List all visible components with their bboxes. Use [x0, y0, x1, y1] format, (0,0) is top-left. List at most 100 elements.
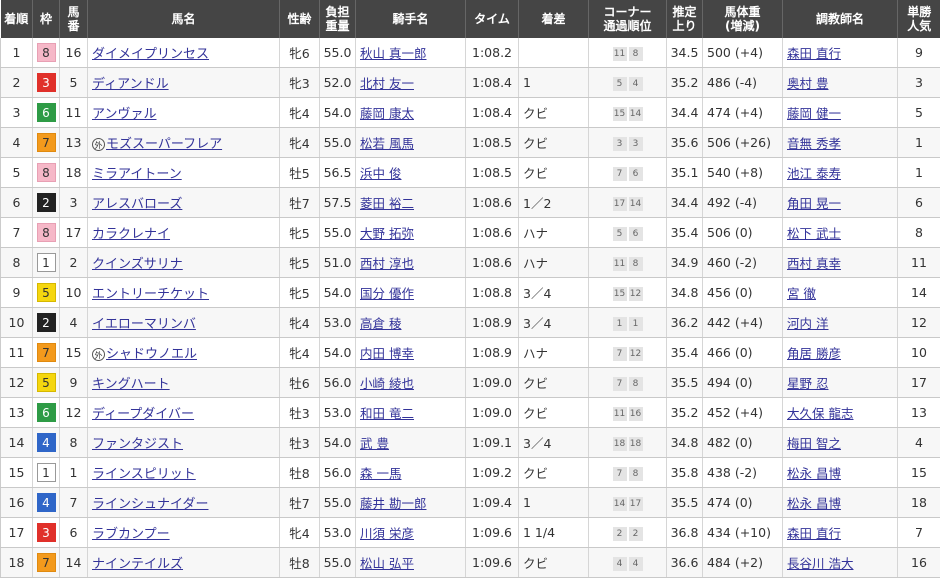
result-row: 10 2 4 イエローマリンバ 牝4 53.0 高倉 稜 1:08.9 3／4 … — [0, 307, 940, 338]
waku-badge: 1 — [36, 253, 56, 272]
trainer-link[interactable]: 河内 洋 — [787, 316, 828, 331]
corner-cell: 18 18 — [588, 427, 667, 458]
last3f-cell: 35.4 — [666, 337, 703, 368]
trainer-link[interactable]: 大久保 龍志 — [787, 406, 853, 421]
bodyweight-cell: 438 (-2) — [702, 457, 783, 488]
result-row: 15 1 1 ラインスピリット 牡8 56.0 森 一馬 1:09.2 クビ 7… — [0, 457, 940, 488]
jockey-link[interactable]: 和田 竜二 — [360, 406, 414, 421]
jockey-link[interactable]: 森 一馬 — [360, 466, 401, 481]
jockey-link[interactable]: 高倉 稜 — [360, 316, 401, 331]
popularity-cell: 16 — [897, 547, 940, 578]
jockey-link[interactable]: 川須 栄彦 — [360, 526, 414, 541]
horse-cell: アンヴァル — [87, 97, 280, 128]
popularity-cell: 3 — [897, 67, 940, 98]
jockey-link[interactable]: 西村 淳也 — [360, 256, 414, 271]
time-cell: 1:09.0 — [465, 397, 519, 428]
horse-link[interactable]: ラブカンプー — [92, 527, 170, 542]
jockey-link[interactable]: 菱田 裕二 — [360, 196, 414, 211]
waku-badge: 7 — [36, 553, 56, 572]
weight-cell: 51.0 — [319, 247, 356, 278]
trainer-link[interactable]: 奥村 豊 — [787, 76, 828, 91]
jockey-link[interactable]: 松若 風馬 — [360, 136, 414, 151]
sexage-cell: 牝4 — [279, 97, 320, 128]
trainer-link[interactable]: 池江 泰寿 — [787, 166, 841, 181]
weight-cell: 55.0 — [319, 547, 356, 578]
jockey-cell: 小崎 綾也 — [355, 367, 466, 398]
jockey-link[interactable]: 藤岡 康太 — [360, 106, 414, 121]
result-row: 2 3 5 ディアンドル 牝3 52.0 北村 友一 1:08.4 1 54 3… — [0, 67, 940, 98]
jockey-link[interactable]: 大野 拓弥 — [360, 226, 414, 241]
bodyweight-cell: 484 (+2) — [702, 547, 783, 578]
horse-link[interactable]: キングハート — [92, 377, 170, 392]
sexage-cell: 牝5 — [279, 217, 320, 248]
trainer-link[interactable]: 宮 徹 — [787, 286, 816, 301]
horse-link[interactable]: エントリーチケット — [92, 287, 209, 302]
umaban-cell: 17 — [59, 217, 88, 248]
trainer-link[interactable]: 森田 直行 — [787, 46, 841, 61]
weight-cell: 52.0 — [319, 67, 356, 98]
sexage-cell: 牡8 — [279, 547, 320, 578]
horse-link[interactable]: カラクレナイ — [92, 227, 170, 242]
trainer-cell: 西村 真幸 — [782, 247, 898, 278]
trainer-link[interactable]: 松下 武士 — [787, 226, 841, 241]
horse-cell: クインズサリナ — [87, 247, 280, 278]
trainer-link[interactable]: 西村 真幸 — [787, 256, 841, 271]
rank-cell: 2 — [0, 67, 33, 98]
jockey-link[interactable]: 藤井 勘一郎 — [360, 496, 426, 511]
rank-cell: 9 — [0, 277, 33, 308]
sexage-cell: 牝4 — [279, 127, 320, 158]
horse-cell: 外モズスーパーフレア — [87, 127, 280, 158]
trainer-link[interactable]: 森田 直行 — [787, 526, 841, 541]
horse-link[interactable]: ラインシュナイダー — [92, 497, 208, 512]
jockey-link[interactable]: 松山 弘平 — [360, 556, 414, 571]
horse-link[interactable]: クインズサリナ — [92, 257, 183, 272]
trainer-link[interactable]: 松永 昌博 — [787, 496, 841, 511]
horse-link[interactable]: ダイメイプリンセス — [92, 47, 209, 62]
corner-cell: 15 14 — [588, 97, 667, 128]
horse-link[interactable]: アレスバローズ — [92, 197, 182, 212]
trainer-link[interactable]: 梅田 智之 — [787, 436, 841, 451]
trainer-link[interactable]: 藤岡 健一 — [787, 106, 841, 121]
trainer-link[interactable]: 角居 勝彦 — [787, 346, 841, 361]
jockey-link[interactable]: 小崎 綾也 — [360, 376, 414, 391]
corner-cell: 11 8 — [588, 247, 667, 278]
horse-link[interactable]: ミラアイトーン — [92, 167, 182, 182]
horse-link[interactable]: モズスーパーフレア — [106, 137, 222, 152]
header-row: 着順 枠 馬番 馬名 性齢 負担重量 騎手名 タイム 着差 コーナー通過順位 推… — [0, 0, 940, 38]
header-weight-text: 負担重量 — [325, 5, 350, 33]
waku-cell: 7 — [32, 547, 60, 578]
horse-link[interactable]: イエローマリンバ — [92, 317, 196, 332]
trainer-cell: 藤岡 健一 — [782, 97, 898, 128]
horse-link[interactable]: シャドウノエル — [106, 347, 197, 362]
horse-link[interactable]: アンヴァル — [92, 107, 156, 122]
margin-cell: クビ — [518, 397, 589, 428]
foreign-mark-icon: 外 — [92, 348, 105, 361]
corner-cell: 76 — [588, 157, 667, 188]
jockey-link[interactable]: 内田 博幸 — [360, 346, 414, 361]
jockey-link[interactable]: 武 豊 — [360, 436, 389, 451]
trainer-link[interactable]: 音無 秀孝 — [787, 136, 841, 151]
trainer-link[interactable]: 角田 晃一 — [787, 196, 841, 211]
trainer-link[interactable]: 星野 忍 — [787, 376, 828, 391]
time-cell: 1:09.0 — [465, 367, 519, 398]
waku-badge: 8 — [36, 223, 56, 242]
corner-cell: 44 — [588, 547, 667, 578]
horse-link[interactable]: ディアンドル — [92, 77, 169, 92]
horse-link[interactable]: ラインスピリット — [92, 467, 196, 482]
umaban-cell: 3 — [59, 187, 88, 218]
time-cell: 1:09.4 — [465, 487, 519, 518]
horse-link[interactable]: ディープダイバー — [92, 407, 194, 422]
jockey-link[interactable]: 北村 友一 — [360, 76, 414, 91]
trainer-link[interactable]: 松永 昌博 — [787, 466, 841, 481]
trainer-link[interactable]: 長谷川 浩大 — [787, 556, 853, 571]
corner-position: 3 — [628, 137, 643, 151]
jockey-link[interactable]: 国分 優作 — [360, 286, 414, 301]
jockey-link[interactable]: 秋山 真一郎 — [360, 46, 426, 61]
header-umaban-text: 馬番 — [67, 5, 80, 33]
waku-badge: 3 — [36, 523, 56, 542]
jockey-link[interactable]: 浜中 俊 — [360, 166, 401, 181]
horse-link[interactable]: ファンタジスト — [92, 437, 183, 452]
umaban-cell: 7 — [59, 487, 88, 518]
horse-link[interactable]: ナインテイルズ — [92, 557, 183, 572]
popularity-cell: 7 — [897, 517, 940, 548]
